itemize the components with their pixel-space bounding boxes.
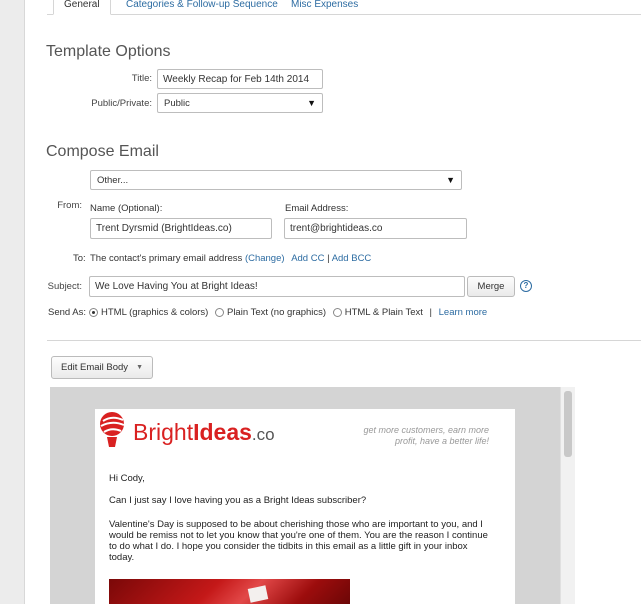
send-as-options: HTML (graphics & colors) Plain Text (no … xyxy=(89,307,487,318)
radio-html-label: HTML (graphics & colors) xyxy=(101,307,209,318)
from-select-value: Other... xyxy=(97,174,129,186)
title-input[interactable]: Weekly Recap for Feb 14th 2014 xyxy=(157,69,323,89)
radio-html-and-plain-label: HTML & Plain Text xyxy=(344,307,423,318)
caret-down-icon: ▼ xyxy=(446,175,455,185)
compose-email-heading: Compose Email xyxy=(46,143,159,160)
separator: | xyxy=(327,253,330,264)
logo-co: .co xyxy=(251,425,275,444)
paragraph-2-line: today. xyxy=(109,552,135,563)
gift-card-image xyxy=(247,585,269,603)
edit-email-body-button[interactable]: Edit Email Body ▼ xyxy=(51,356,153,379)
email-address-label: Email Address: xyxy=(285,203,349,214)
to-description: The contact's primary email address xyxy=(90,253,243,264)
edit-email-body-label: Edit Email Body xyxy=(61,362,129,373)
title-label: Title: xyxy=(131,73,152,84)
left-gutter xyxy=(0,0,25,604)
logo-bright: Bright xyxy=(133,419,194,445)
help-icon[interactable]: ? xyxy=(520,280,532,292)
logo-text: BrightIdeas.co xyxy=(133,419,275,446)
change-recipient-link[interactable]: (Change) xyxy=(245,253,285,264)
learn-more-link[interactable]: Learn more xyxy=(439,307,488,318)
scrollbar-thumb[interactable] xyxy=(564,391,572,457)
valentine-image xyxy=(109,579,350,604)
paragraph-1: Can I just say I love having you as a Br… xyxy=(109,495,367,506)
sender-email-input[interactable]: trent@brightideas.co xyxy=(284,218,467,239)
to-recipients-text: The contact's primary email address (Cha… xyxy=(90,253,371,264)
public-private-value: Public xyxy=(164,97,190,109)
radio-html-and-plain[interactable] xyxy=(332,307,342,317)
paragraph-2-line: would be remiss not to let you know that… xyxy=(109,530,488,541)
subject-label: Subject: xyxy=(47,281,82,292)
editor-scrollbar[interactable] xyxy=(560,387,575,604)
tab-general[interactable]: General xyxy=(53,0,111,15)
from-label: From: xyxy=(57,200,82,211)
name-label: Name (Optional): xyxy=(90,203,163,214)
subject-input[interactable]: We Love Having You at Bright Ideas! xyxy=(89,276,465,297)
tagline-line-2: profit, have a better life! xyxy=(394,436,489,446)
paragraph-2: Valentine's Day is supposed to be about … xyxy=(109,519,488,563)
sender-name-input[interactable]: Trent Dyrsmid (BrightIdeas.co) xyxy=(90,218,272,239)
send-as-label: Send As: xyxy=(48,307,87,318)
template-options-heading: Template Options xyxy=(46,43,171,60)
email-content: BrightIdeas.co get more customers, earn … xyxy=(95,409,515,604)
to-label: To: xyxy=(73,253,86,264)
separator: | xyxy=(429,307,432,318)
logo-ideas: Ideas xyxy=(193,419,252,445)
bright-ideas-logo-icon xyxy=(100,412,125,447)
tab-bar: General Categories & Follow-up Sequence … xyxy=(47,0,641,15)
radio-plain-text[interactable] xyxy=(214,307,224,317)
tagline: get more customers, earn more profit, ha… xyxy=(363,425,489,447)
tab-categories-follow-up[interactable]: Categories & Follow-up Sequence xyxy=(126,0,278,14)
tab-misc-expenses[interactable]: Misc Expenses xyxy=(291,0,358,14)
from-select[interactable]: Other... ▼ xyxy=(90,170,462,190)
add-bcc-link[interactable]: Add BCC xyxy=(332,253,372,264)
merge-button[interactable]: Merge xyxy=(467,276,515,297)
add-cc-link[interactable]: Add CC xyxy=(291,253,324,264)
tagline-line-1: get more customers, earn more xyxy=(363,425,489,435)
paragraph-2-line: to do what I do. I hope you consider the… xyxy=(109,541,468,552)
paragraph-2-line: Valentine's Day is supposed to be about … xyxy=(109,519,483,530)
public-private-label: Public/Private: xyxy=(91,98,152,109)
email-body-preview[interactable]: BrightIdeas.co get more customers, earn … xyxy=(50,387,560,604)
divider xyxy=(47,340,641,341)
caret-down-icon: ▼ xyxy=(307,98,316,108)
public-private-select[interactable]: Public ▼ xyxy=(157,93,323,113)
radio-html[interactable] xyxy=(89,307,98,317)
greeting: Hi Cody, xyxy=(109,473,145,484)
caret-down-icon: ▼ xyxy=(136,364,143,371)
radio-plain-text-label: Plain Text (no graphics) xyxy=(226,307,327,318)
